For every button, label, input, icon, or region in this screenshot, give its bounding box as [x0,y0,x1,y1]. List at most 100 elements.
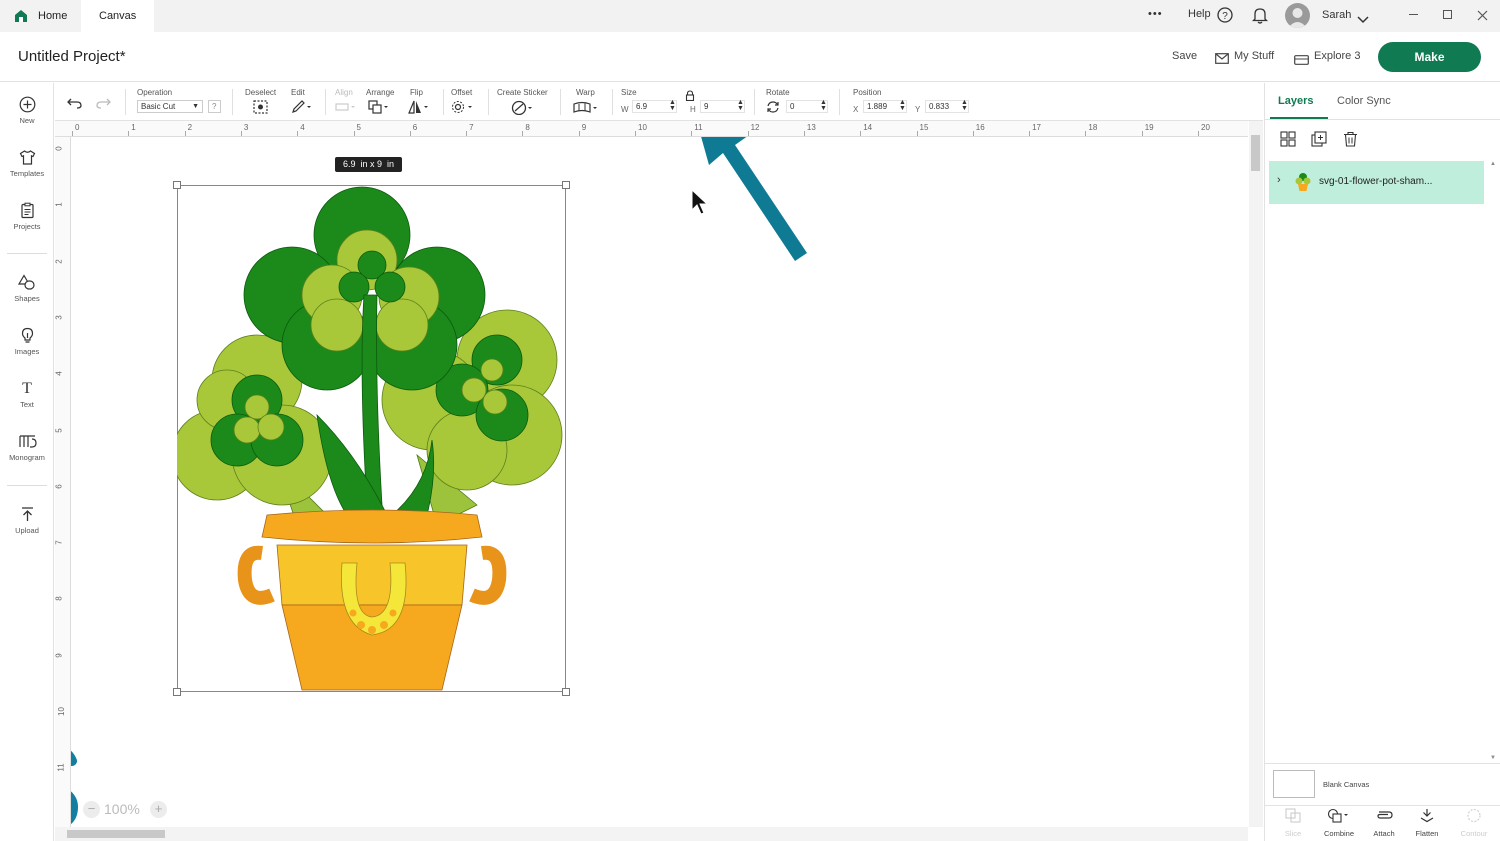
operation-select[interactable]: Basic Cut ▼ [137,100,203,113]
slice-button: Slice [1274,808,1312,838]
sidebar-item-monogram[interactable]: Monogram [0,433,54,462]
panel-scroll-up-icon[interactable]: ▲ [1490,161,1496,167]
horizontal-scrollbar[interactable] [55,827,1248,841]
flip-icon[interactable] [408,100,430,119]
ruler-tick-label: 10 [56,707,66,716]
help-button[interactable]: Help [1188,8,1211,20]
more-options-button[interactable]: ••• [1148,8,1163,20]
zoom-in-icon[interactable]: + [150,801,167,818]
width-value: 6.9 [636,102,648,111]
warp-label: Warp [576,88,595,97]
design-canvas[interactable]: 6.9 in x 9 in − 100% + [71,137,1248,827]
position-group: Position X 1.889 ▲ ▼ Y 0.833 ▲ ▼ [853,83,983,121]
tab-color-sync[interactable]: Color Sync [1337,95,1391,107]
rotate-group: Rotate 0 ▲ ▼ [766,83,836,121]
sidebar-item-label: Images [14,347,40,356]
offset-icon[interactable] [451,100,475,119]
my-stuff-button[interactable]: My Stuff [1234,50,1274,62]
layer-item[interactable]: › svg-01-flower-pot-sham... [1269,161,1484,204]
sidebar-item-images[interactable]: Images [0,327,54,356]
attach-button[interactable]: Attach [1365,808,1403,838]
tab-canvas[interactable]: Canvas [81,0,155,32]
annotation-arrow-icon [701,137,807,261]
minimize-window-icon[interactable] [1409,14,1418,15]
blank-canvas-swatch[interactable] [1273,770,1315,798]
redo-icon[interactable] [96,96,111,114]
slice-icon [1285,808,1301,823]
vertical-scrollbar[interactable] [1249,121,1263,827]
zoom-level[interactable]: 100% [104,801,140,817]
sidebar-item-upload[interactable]: Upload [0,506,54,535]
sidebar-item-templates[interactable]: Templates [0,149,54,178]
project-title[interactable]: Untitled Project* [18,48,126,65]
user-name[interactable]: Sarah [1322,9,1351,21]
sidebar-item-projects[interactable]: Projects [0,202,54,231]
duplicate-layer-icon[interactable] [1311,131,1327,152]
shamrock-flower-pot-image[interactable] [177,185,567,693]
tab-layers[interactable]: Layers [1278,95,1313,107]
warp-group: Warp [573,83,613,121]
width-stepper-icon[interactable]: ▲ ▼ [669,99,676,112]
combine-button[interactable]: Combine [1318,808,1360,838]
edit-pencil-icon[interactable] [291,100,313,119]
make-button[interactable]: Make [1378,42,1481,72]
layer-thumbnail-icon [1295,173,1311,191]
ruler-tick-label: 11 [56,763,66,772]
machine-selector[interactable]: Explore 3 [1314,50,1360,62]
offset-group: Offset [451,83,485,121]
horizontal-scroll-thumb[interactable] [67,830,165,838]
tab-home[interactable]: Home [20,0,85,32]
lightbulb-icon [0,327,54,345]
vertical-scroll-thumb[interactable] [1251,135,1260,171]
sidebar-item-shapes[interactable]: Shapes [0,274,54,303]
ruler-tick [353,131,355,136]
expand-chevron-right-icon[interactable]: › [1277,174,1281,186]
my-stuff-envelope-icon [1215,51,1229,69]
chevron-down-icon: ▼ [192,103,199,110]
notifications-bell-icon[interactable] [1251,7,1269,29]
ruler-tick-label: 3 [54,315,64,320]
rotate-stepper-icon[interactable]: ▲ ▼ [820,99,827,112]
y-label: Y [915,105,921,114]
rotate-icon[interactable] [766,100,780,119]
edit-toolbar: Operation Basic Cut ▼ ? Deselect Edit Al… [55,83,1263,121]
size-label: Size [621,88,637,97]
flatten-button[interactable]: Flatten [1408,808,1446,838]
zoom-control: − 100% + [83,801,171,819]
ruler-tick [635,131,636,136]
delete-layer-trash-icon[interactable] [1343,131,1358,152]
user-menu-chevron-down-icon[interactable] [1357,11,1369,29]
sidebar-item-new[interactable]: New [0,96,54,125]
ruler-tick [1085,131,1087,136]
sidebar-item-text[interactable]: T Text [0,380,54,409]
help-icon[interactable]: ? [1217,7,1233,28]
title-bar: Home Canvas ••• Help ? Sarah [0,0,1500,32]
sticker-icon[interactable] [511,100,535,120]
layer-name: svg-01-flower-pot-sham... [1319,176,1433,187]
ruler-tick [860,131,862,136]
warp-icon[interactable] [573,101,599,119]
watermark-logo-icon [71,750,79,824]
combine-label: Combine [1323,829,1354,838]
ruler-tick-label: 1 [131,123,136,132]
ruler-tick-label: 0 [75,123,80,132]
x-label: X [853,105,859,114]
ruler-tick-label: 12 [750,123,760,132]
sidebar-item-label: Templates [9,169,45,178]
panel-scroll-down-icon[interactable]: ▼ [1490,755,1496,761]
height-stepper-icon[interactable]: ▲ ▼ [737,99,744,112]
close-window-icon[interactable] [1477,8,1488,26]
sidebar-item-label: Projects [13,222,41,231]
save-button[interactable]: Save [1172,50,1197,62]
arrange-icon[interactable] [368,100,390,119]
y-stepper-icon[interactable]: ▲ ▼ [961,99,968,112]
deselect-icon[interactable] [253,100,268,119]
operation-help-icon[interactable]: ? [208,100,221,113]
restore-window-icon[interactable] [1443,10,1452,19]
ruler-tick [1029,131,1031,136]
ruler-tick [128,131,130,136]
x-stepper-icon[interactable]: ▲ ▼ [899,99,906,112]
avatar[interactable] [1285,3,1310,28]
group-layers-icon[interactable] [1280,131,1296,152]
undo-icon[interactable] [67,96,82,114]
